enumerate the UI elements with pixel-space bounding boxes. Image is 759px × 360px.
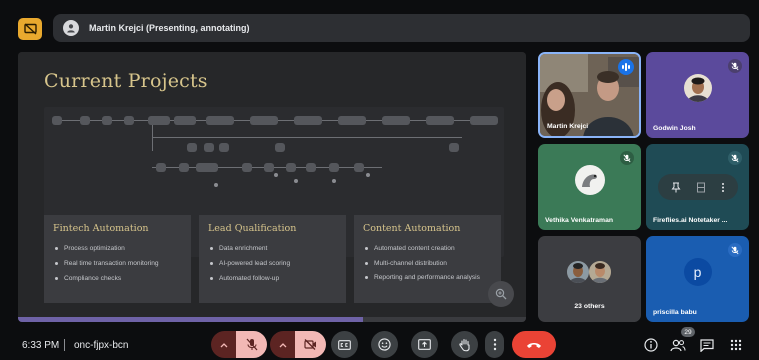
more-options-icon[interactable]: [721, 182, 725, 193]
present-button[interactable]: [411, 331, 438, 358]
participant-name: Fireflies.ai Notetaker ...: [653, 217, 728, 224]
card-item: Reporting and performance analysis: [363, 271, 492, 283]
more-options-button[interactable]: [485, 331, 504, 358]
card-item: Multi-channel distribution: [363, 256, 492, 271]
presenter-label: Martin Krejci (Presenting, annotating): [89, 23, 250, 33]
chevron-up-icon: [279, 342, 286, 347]
participant-avatar: p: [683, 258, 712, 287]
participant-tile-godwin[interactable]: Godwin Josh: [646, 52, 749, 138]
card-item: Automated content creation: [363, 241, 492, 256]
pin-icon[interactable]: [671, 182, 681, 193]
leave-call-button[interactable]: [512, 331, 556, 358]
card-fintech-automation: Fintech Automation Process optimization …: [44, 215, 191, 303]
hand-icon: [458, 338, 470, 351]
speaking-indicator-icon: [618, 59, 634, 75]
chat-icon: [700, 338, 714, 352]
user-icon: [67, 24, 75, 33]
card-content-automation: Content Automation Automated content cre…: [354, 215, 501, 303]
chevron-up-icon: [220, 342, 227, 347]
captions-button[interactable]: [331, 331, 358, 358]
participant-name: Martin Krejci: [547, 123, 589, 130]
presenter-pill[interactable]: Martin Krejci (Presenting, annotating): [53, 14, 750, 42]
participant-tile-vethika[interactable]: Vethika Venkatraman: [538, 144, 641, 230]
footer-divider: [64, 339, 65, 351]
mic-off-icon: [620, 151, 634, 165]
meeting-details-button[interactable]: [641, 335, 661, 355]
chat-button[interactable]: [697, 335, 717, 355]
people-icon: [670, 339, 686, 351]
participant-tile-martin[interactable]: Martin Krejci: [538, 52, 641, 138]
raise-hand-button[interactable]: [451, 331, 478, 358]
card-title: Lead Qualification: [208, 223, 297, 234]
stop-presenting-icon: [23, 23, 37, 35]
participant-avatar: [683, 74, 712, 103]
tile-hover-controls: [658, 174, 738, 200]
slide-progress-fill: [18, 317, 364, 322]
card-lead-qualification: Lead Qualification Data enrichment AI-po…: [199, 215, 346, 303]
camera-off-icon: [304, 339, 316, 350]
card-item: Data enrichment: [208, 241, 337, 256]
people-button[interactable]: [668, 335, 688, 355]
participant-avatar: [574, 165, 605, 196]
participant-avatar: [567, 261, 589, 283]
participant-tile-others[interactable]: 23 others: [538, 236, 641, 322]
participant-name: Vethika Venkatraman: [545, 217, 614, 224]
hang-up-icon: [527, 342, 541, 348]
presenting-banner: Martin Krejci (Presenting, annotating): [10, 9, 750, 47]
activities-button[interactable]: [726, 335, 746, 355]
apps-grid-icon: [730, 339, 742, 351]
card-item: Automated follow-up: [208, 271, 337, 286]
zoom-in-icon: [495, 288, 507, 300]
slide-progress-bar: [18, 317, 526, 322]
card-title: Fintech Automation: [53, 223, 149, 234]
audio-settings-button[interactable]: [211, 331, 236, 358]
mic-control: [211, 331, 267, 358]
slide-title: Current Projects: [44, 70, 208, 92]
more-vert-icon: [493, 338, 496, 351]
video-settings-button[interactable]: [270, 331, 295, 358]
card-item: Compliance checks: [53, 271, 182, 286]
others-count-label: 23 others: [574, 303, 605, 310]
avatar-initial: p: [693, 264, 702, 281]
mic-off-icon: [728, 151, 742, 165]
participant-tile-fireflies[interactable]: Fireflies.ai Notetaker ...: [646, 144, 749, 230]
presenting-indicator[interactable]: [18, 18, 42, 40]
zoom-button[interactable]: [488, 281, 514, 307]
participant-tile-priscilla[interactable]: p priscilla babu: [646, 236, 749, 322]
camera-control: [270, 331, 326, 358]
card-item: Real time transaction monitoring: [53, 256, 182, 271]
presenter-avatar: [63, 20, 79, 36]
mic-off-icon: [728, 59, 742, 73]
participant-avatar: [589, 261, 611, 283]
mic-off-icon: [728, 243, 742, 257]
card-item: AI-powered lead scoring: [208, 256, 337, 271]
meeting-code: onc-fjpx-bcn: [74, 340, 129, 351]
microphone-toggle-button[interactable]: [236, 331, 267, 358]
card-item: Process optimization: [53, 241, 182, 256]
meeting-time: 6:33 PM: [22, 340, 60, 351]
present-screen-icon: [418, 339, 431, 350]
emoji-icon: [378, 338, 391, 351]
presentation-slide: Current Projects Fintech Automation Proc…: [18, 52, 526, 317]
closed-captions-icon: [338, 339, 351, 350]
participant-name: Godwin Josh: [653, 125, 696, 132]
shared-screen: Current Projects Fintech Automation Proc…: [18, 52, 526, 322]
info-icon: [644, 338, 658, 352]
remove-tile-icon[interactable]: [696, 182, 706, 193]
participant-name: priscilla babu: [653, 309, 697, 316]
camera-toggle-button[interactable]: [295, 331, 326, 358]
card-title: Content Automation: [363, 223, 461, 234]
reactions-button[interactable]: [371, 331, 398, 358]
mic-off-icon: [246, 338, 257, 351]
